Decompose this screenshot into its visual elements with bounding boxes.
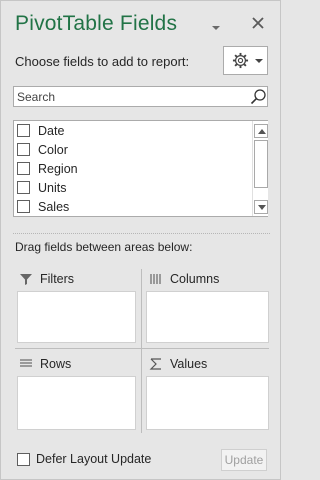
filters-drop-zone[interactable] [17, 291, 136, 343]
values-area-header: Values [149, 353, 207, 375]
field-label: Color [38, 142, 68, 157]
values-label: Values [170, 357, 208, 371]
update-button[interactable]: Update [221, 449, 267, 471]
search-box [13, 86, 268, 107]
rows-drop-zone[interactable] [17, 376, 136, 430]
field-item-units[interactable]: Units [14, 178, 252, 197]
field-checkbox[interactable] [17, 181, 30, 194]
field-list-scrollbar[interactable] [252, 121, 268, 216]
area-vertical-separator [141, 269, 142, 433]
scroll-down-button[interactable] [254, 200, 268, 214]
columns-label: Columns [170, 272, 220, 286]
defer-layout-checkbox[interactable] [17, 453, 30, 466]
rows-area-header: Rows [19, 353, 71, 375]
rows-label: Rows [40, 357, 72, 371]
filters-area-header: Filters [19, 268, 74, 290]
pane-title: PivotTable Fields [15, 12, 178, 35]
section-divider [13, 233, 270, 234]
scroll-thumb[interactable] [254, 140, 268, 188]
field-item-color[interactable]: Color [14, 140, 252, 159]
field-list: Date Color Region Units Sales [13, 120, 268, 217]
chevron-down-icon [212, 26, 220, 30]
field-checkbox[interactable] [17, 143, 30, 156]
choose-fields-label: Choose fields to add to report: [15, 54, 190, 69]
field-label: Units [38, 180, 67, 195]
field-checkbox[interactable] [17, 124, 30, 137]
field-label: Region [38, 161, 78, 176]
task-pane-options-button[interactable] [209, 20, 223, 30]
filter-icon [20, 274, 32, 285]
field-label: Sales [38, 199, 70, 214]
columns-drop-zone[interactable] [146, 291, 269, 343]
filters-label: Filters [40, 272, 75, 286]
columns-icon [150, 274, 161, 284]
field-item-region[interactable]: Region [14, 159, 252, 178]
search-icon[interactable] [250, 88, 267, 105]
tools-settings-button[interactable] [223, 46, 268, 75]
gear-icon [232, 52, 249, 69]
field-checkbox[interactable] [17, 200, 30, 213]
rows-icon [20, 359, 32, 367]
triangle-down-icon [258, 205, 266, 210]
close-button[interactable] [250, 15, 266, 31]
triangle-up-icon [258, 129, 266, 134]
field-label: Date [38, 123, 65, 138]
area-horizontal-separator [15, 348, 269, 349]
close-icon [252, 17, 264, 29]
values-drop-zone[interactable] [146, 376, 269, 430]
caret-down-icon [255, 59, 263, 63]
field-item-date[interactable]: Date [14, 121, 252, 140]
scroll-up-button[interactable] [254, 124, 268, 138]
field-checkbox[interactable] [17, 162, 30, 175]
pivottable-fields-pane: PivotTable Fields Choose fields to add t… [0, 0, 281, 480]
search-input[interactable] [14, 87, 244, 106]
drag-fields-label: Drag fields between areas below: [15, 240, 193, 254]
columns-area-header: Columns [149, 268, 219, 290]
defer-layout-label[interactable]: Defer Layout Update [36, 452, 151, 466]
sigma-icon [149, 358, 161, 370]
field-item-sales[interactable]: Sales [14, 197, 252, 216]
